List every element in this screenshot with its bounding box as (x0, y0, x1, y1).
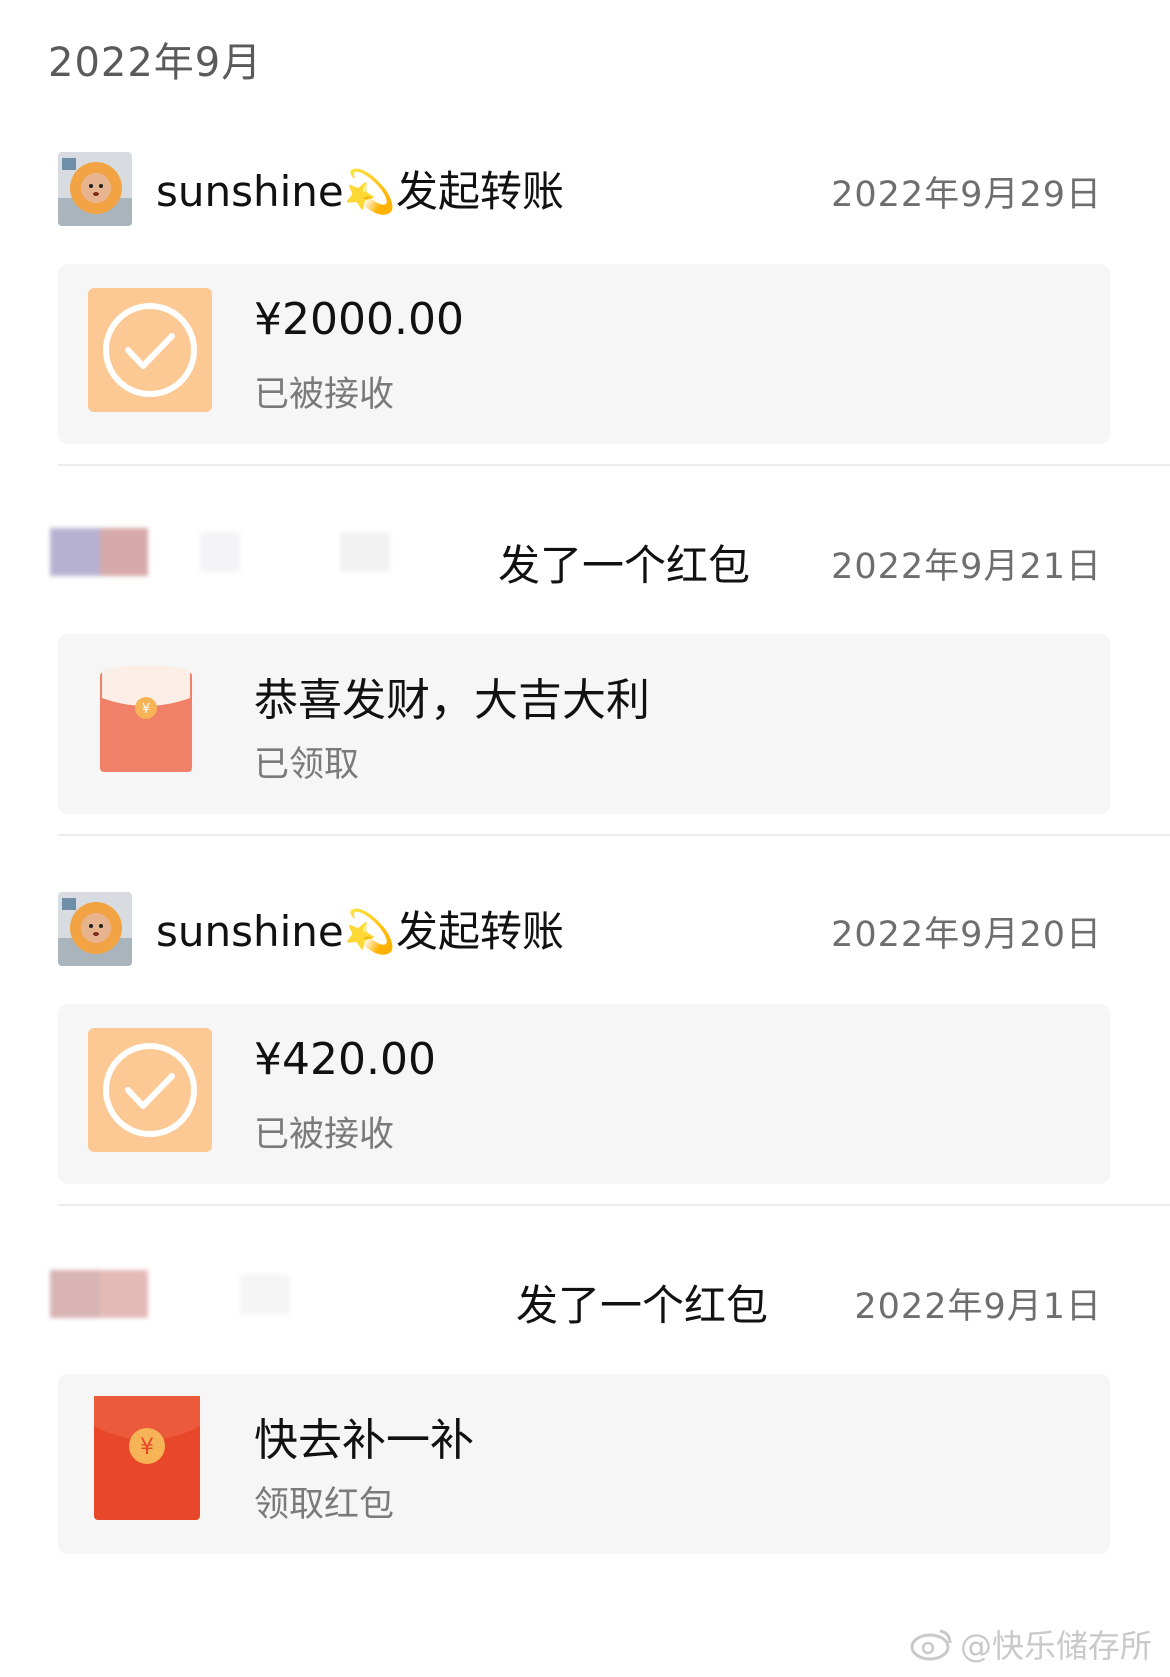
red-packet-message: 快去补一补 (254, 1415, 474, 1466)
transfer-entry-header[interactable]: sunshine💫发起转账 2022年9月20日 (0, 882, 1170, 972)
transfer-status: 已被接收 (254, 375, 395, 415)
blurred-avatar-and-name (50, 524, 470, 580)
divider (58, 1204, 1170, 1206)
svg-text:¥: ¥ (140, 1435, 154, 1460)
claim-red-packet-label[interactable]: 领取红包 (254, 1476, 394, 1527)
svg-text:¥: ¥ (142, 702, 150, 717)
opened-red-envelope-icon: ¥ (98, 662, 194, 778)
transfer-entry-header[interactable]: sunshine💫发起转账 2022年9月29日 (0, 142, 1170, 232)
entry-date: 2022年9月20日 (831, 915, 1102, 955)
avatar[interactable] (58, 892, 132, 966)
action-text: 发起转账 (396, 907, 565, 956)
check-circle-icon (88, 288, 212, 416)
red-packet-card[interactable]: ¥ 恭喜发财，大吉大利 已领取 (58, 634, 1110, 814)
action-text: 发了一个红包 (498, 541, 751, 590)
weibo-logo-icon (910, 1627, 954, 1669)
red-packet-status: 已领取 (254, 745, 360, 785)
red-packet-card[interactable]: ¥ 快去补一补 领取红包 (58, 1374, 1110, 1554)
transfer-amount: ¥2000.00 (254, 294, 464, 345)
sender-name: sunshine (156, 167, 344, 216)
transfer-card[interactable]: ¥2000.00 已被接收 (58, 264, 1110, 444)
red-envelope-icon: ¥ (94, 1396, 200, 1524)
divider (58, 834, 1170, 836)
divider (58, 464, 1170, 466)
dizzy-icon: 💫 (343, 907, 397, 956)
action-text: 发起转账 (396, 167, 565, 216)
entry-date: 2022年9月1日 (854, 1287, 1102, 1327)
sender-name: sunshine (156, 907, 344, 956)
watermark: @快乐储存所 (910, 1621, 1152, 1669)
watermark-text: @快乐储存所 (959, 1627, 1152, 1665)
check-circle-icon (88, 1028, 212, 1156)
entry-date: 2022年9月29日 (831, 175, 1102, 215)
action-text: 发了一个红包 (516, 1281, 769, 1330)
avatar[interactable] (58, 152, 132, 226)
blurred-avatar-and-name (50, 1266, 470, 1322)
red-packet-message: 恭喜发财，大吉大利 (254, 675, 650, 726)
transfer-card[interactable]: ¥420.00 已被接收 (58, 1004, 1110, 1184)
red-packet-entry-header[interactable]: 发了一个红包 2022年9月21日 (0, 512, 1170, 602)
dizzy-icon: 💫 (343, 167, 397, 216)
month-heading: 2022年9月 (48, 40, 263, 86)
entry-date: 2022年9月21日 (831, 547, 1102, 587)
transfer-amount: ¥420.00 (254, 1034, 436, 1085)
transfer-status: 已被接收 (254, 1115, 395, 1155)
red-packet-entry-header[interactable]: 发了一个红包 2022年9月1日 (0, 1252, 1170, 1342)
